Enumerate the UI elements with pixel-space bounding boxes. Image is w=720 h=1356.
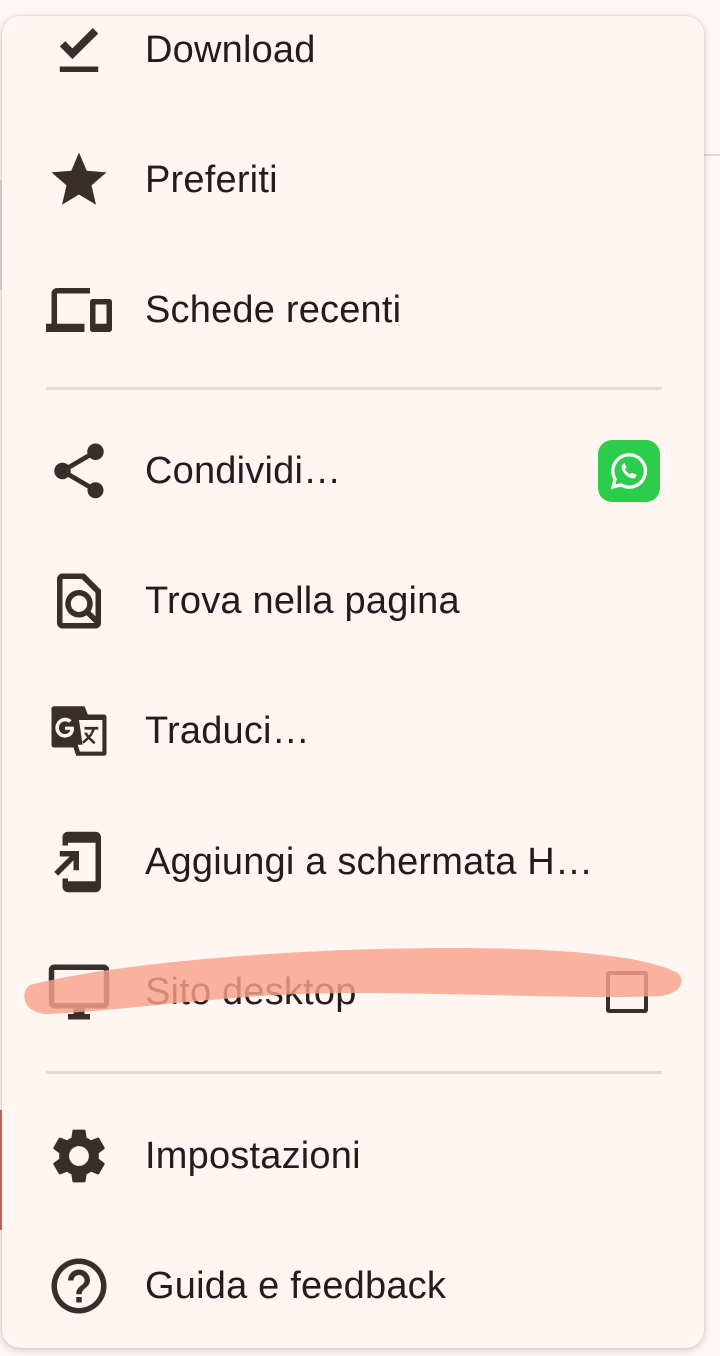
overflow-menu: Download Preferiti Schede recenti Condiv… [2,16,704,1348]
menu-item-find-in-page[interactable]: Trova nella pagina [2,546,704,656]
help-icon [46,1253,112,1319]
whatsapp-share-button[interactable] [598,440,660,502]
menu-item-label: Aggiungi a schermata H… [145,840,594,883]
menu-item-bookmarks[interactable]: Preferiti [2,125,704,235]
menu-item-label: Trova nella pagina [145,579,460,622]
menu-item-desktop-site[interactable]: Sito desktop [2,937,704,1047]
menu-item-share[interactable]: Condividi… [2,416,704,526]
desktop-site-checkbox[interactable] [606,971,648,1013]
menu-divider [46,387,662,390]
whatsapp-icon [610,453,648,490]
menu-item-label: Condividi… [145,449,342,492]
menu-item-label: Preferiti [145,158,278,201]
menu-item-label: Traduci… [145,709,310,752]
menu-item-settings[interactable]: Impostazioni [2,1101,704,1211]
menu-item-download[interactable]: Download [2,16,704,105]
menu-item-label: Download [145,28,316,71]
translate-icon [46,698,112,764]
menu-item-translate[interactable]: Traduci… [2,676,704,786]
add-to-home-icon [46,829,112,895]
share-icon [46,438,112,504]
download-done-icon [46,17,112,83]
star-icon [46,147,112,213]
menu-item-label: Guida e feedback [145,1264,447,1307]
menu-item-label: Impostazioni [145,1134,361,1177]
menu-item-label: Schede recenti [145,288,402,331]
menu-item-add-to-home[interactable]: Aggiungi a schermata H… [2,807,704,917]
find-in-page-icon [46,568,112,634]
gear-icon [46,1123,112,1189]
menu-item-label: Sito desktop [145,970,357,1013]
menu-divider [46,1071,662,1074]
devices-icon [46,277,112,343]
desktop-icon [46,959,112,1025]
menu-item-recent-tabs[interactable]: Schede recenti [2,255,704,365]
menu-item-help[interactable]: Guida e feedback [2,1231,704,1341]
